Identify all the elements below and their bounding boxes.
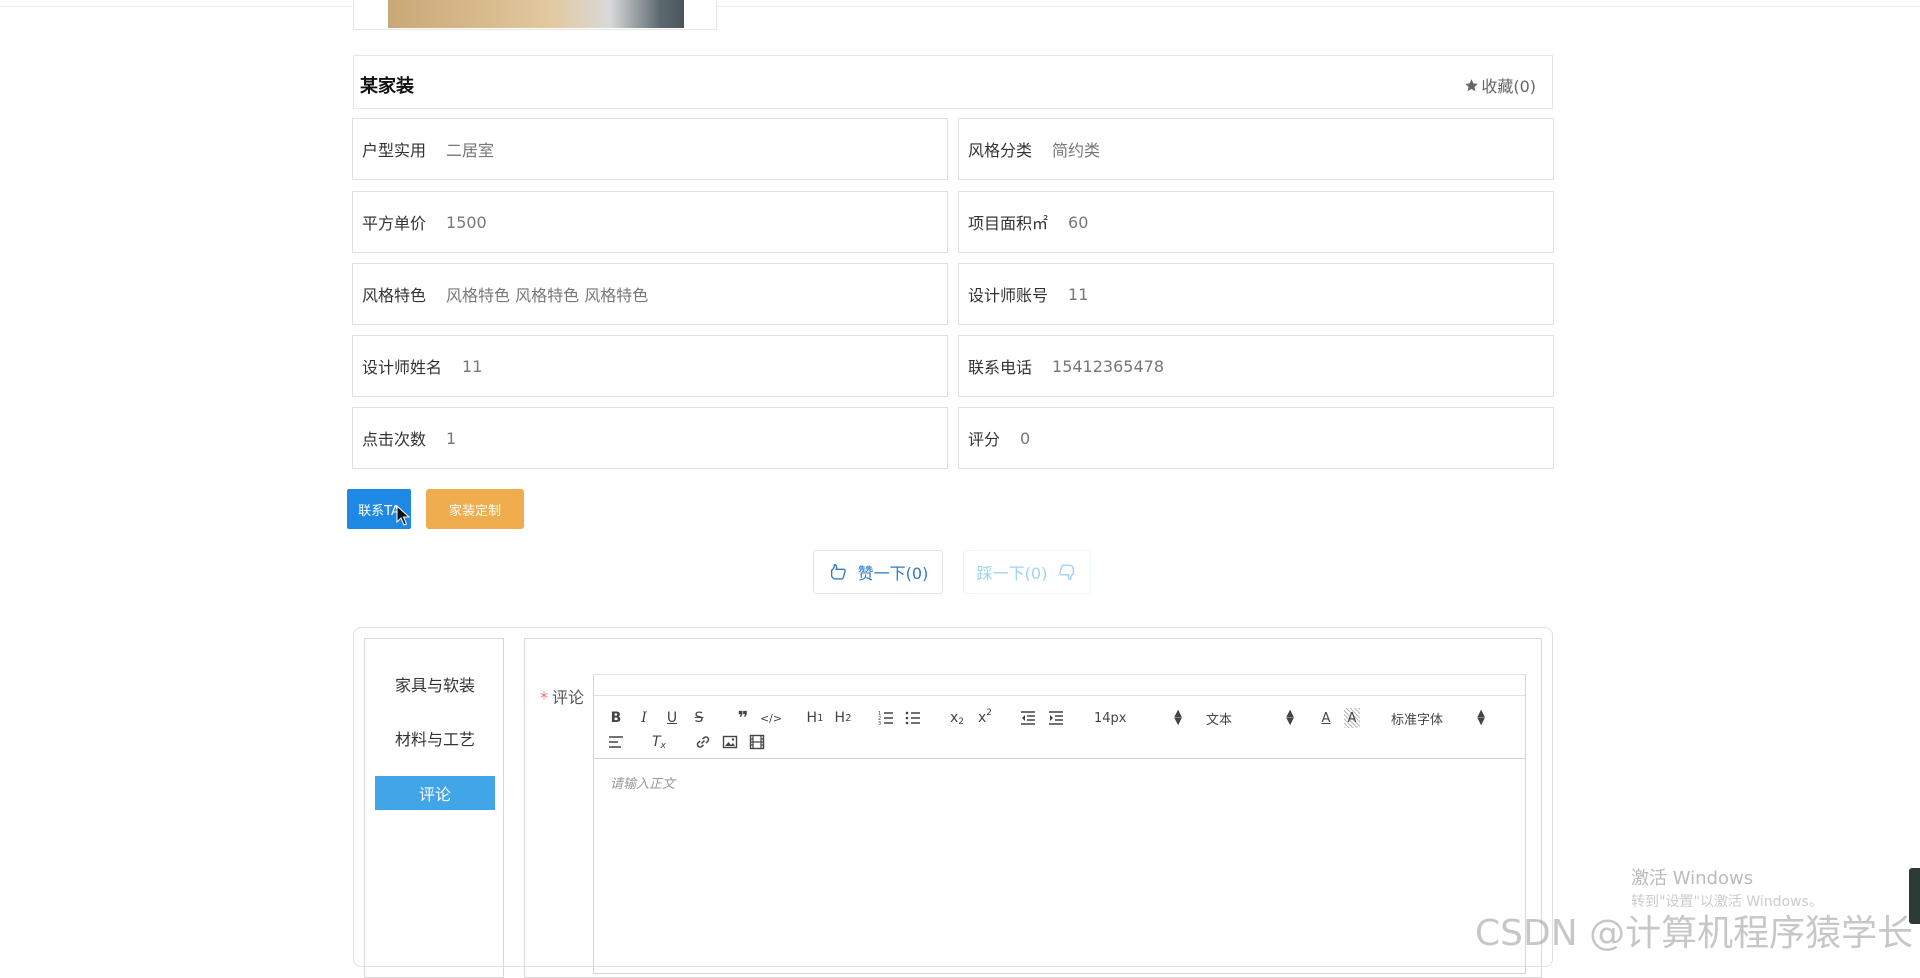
detail-label: 平方单价 (362, 214, 427, 233)
image-icon[interactable] (722, 732, 738, 752)
side-widget[interactable] (1909, 868, 1920, 924)
select-arrows-icon: ▲ ▼ (1286, 708, 1294, 727)
heading-select[interactable]: 文本 ▲ ▼ (1206, 708, 1294, 728)
csdn-watermark: CSDN @计算机程序猿学长 (1475, 913, 1914, 954)
bold-icon[interactable]: B (608, 708, 624, 728)
editor-placeholder[interactable]: 请输入正文 (610, 773, 675, 792)
font-family-value: 标准字体 (1391, 712, 1444, 728)
tab-comments[interactable]: 评论 (375, 776, 495, 810)
svg-text:3: 3 (878, 721, 881, 726)
star-icon (1465, 78, 1479, 91)
detail-label: 联系电话 (968, 358, 1033, 377)
detail-cell: 点击次数 1 (352, 407, 948, 469)
cover-image (388, 0, 684, 28)
subscript-icon[interactable]: x2 (948, 708, 966, 728)
detail-cell: 风格分类 简约类 (958, 118, 1554, 180)
superscript-icon[interactable]: x2 (976, 708, 994, 728)
favorite-label: 收藏(0) (1481, 77, 1536, 96)
detail-cell: 平方单价 1500 (352, 191, 948, 253)
ordered-list-icon[interactable]: 123 (878, 708, 894, 728)
comment-label-text: 评论 (552, 688, 585, 707)
detail-value: 11 (462, 356, 483, 376)
like-label: 赞一下(0) (857, 564, 929, 583)
align-icon[interactable] (608, 732, 624, 752)
detail-value: 11 (1068, 284, 1089, 304)
detail-label: 风格特色 (362, 286, 427, 305)
font-color-icon[interactable]: A (1318, 708, 1334, 728)
detail-cell: 联系电话 15412365478 (958, 335, 1554, 397)
bullet-list-icon[interactable] (905, 708, 921, 728)
thumbs-down-icon (1059, 564, 1075, 581)
link-icon[interactable] (695, 732, 711, 752)
background-color-icon[interactable]: A (1344, 708, 1360, 728)
outdent-icon[interactable] (1020, 708, 1036, 728)
underline-icon[interactable]: U (664, 708, 680, 728)
rich-text-editor: B I U S ❞ </> H1 H2 123 x2 x2 14px ▲ ▼ 文本… (593, 674, 1526, 974)
detail-value: 简约类 (1052, 141, 1101, 160)
top-divider (0, 6, 1920, 7)
thumbs-up-icon (830, 563, 846, 580)
font-family-select[interactable]: 标准字体 ▲ ▼ (1391, 708, 1485, 728)
detail-label: 评分 (968, 430, 1001, 449)
detail-cell: 设计师账号 11 (958, 263, 1554, 325)
detail-value: 风格特色 风格特色 风格特色 (446, 286, 649, 305)
strikethrough-icon[interactable]: S (691, 708, 707, 728)
detail-label: 设计师账号 (968, 286, 1049, 305)
heading2-icon[interactable]: H2 (833, 708, 853, 728)
detail-value: 0 (1020, 428, 1031, 448)
tab-materials[interactable]: 材料与工艺 (375, 721, 495, 755)
title-bar: 某家装 收藏(0) (353, 55, 1553, 109)
detail-value: 1 (446, 428, 457, 448)
font-size-select[interactable]: 14px ▲ ▼ (1094, 708, 1182, 728)
detail-cell: 风格特色 风格特色 风格特色 风格特色 (352, 263, 948, 325)
mouse-cursor-icon (396, 505, 410, 526)
detail-value: 1500 (446, 212, 487, 232)
tab-furniture[interactable]: 家具与软装 (375, 667, 495, 701)
select-arrows-icon: ▲ ▼ (1174, 708, 1182, 727)
detail-label: 项目面积㎡ (968, 214, 1049, 233)
tab-list: 家具与软装 材料与工艺 评论 (364, 638, 504, 978)
detail-value: 二居室 (446, 141, 495, 160)
required-mark: * (540, 688, 548, 707)
select-arrows-icon: ▲ ▼ (1477, 708, 1485, 727)
detail-cell: 项目面积㎡ 60 (958, 191, 1554, 253)
video-icon[interactable] (749, 732, 765, 752)
dislike-button[interactable]: 踩一下(0) (963, 550, 1091, 594)
code-block-icon[interactable]: </> (760, 708, 782, 728)
detail-cell: 设计师姓名 11 (352, 335, 948, 397)
indent-icon[interactable] (1048, 708, 1064, 728)
clear-format-icon[interactable]: Tx (650, 732, 668, 752)
detail-label: 设计师姓名 (362, 358, 443, 377)
heading-select-value: 文本 (1206, 712, 1233, 728)
cover-image-frame (353, 0, 717, 30)
favorite-button[interactable]: 收藏(0) (1464, 73, 1536, 97)
detail-value: 15412365478 (1052, 356, 1164, 376)
font-size-value: 14px (1094, 710, 1127, 726)
comment-label: * 评论 (540, 684, 584, 708)
blockquote-icon[interactable]: ❞ (735, 708, 751, 729)
detail-cell: 评分 0 (958, 407, 1554, 469)
detail-label: 风格分类 (968, 141, 1033, 160)
dislike-label: 踩一下(0) (976, 564, 1048, 583)
editor-toolbar: B I U S ❞ </> H1 H2 123 x2 x2 14px ▲ ▼ 文本… (594, 695, 1525, 759)
page-title: 某家装 (360, 76, 414, 97)
like-button[interactable]: 赞一下(0) (813, 550, 943, 594)
detail-label: 户型实用 (362, 141, 427, 160)
detail-label: 点击次数 (362, 430, 427, 449)
detail-value: 60 (1068, 212, 1089, 232)
italic-icon[interactable]: I (636, 708, 652, 728)
custom-decoration-button[interactable]: 家装定制 (426, 489, 524, 529)
windows-activation-title: 激活 Windows (1631, 868, 1754, 889)
heading1-icon[interactable]: H1 (805, 708, 825, 728)
detail-cell: 户型实用 二居室 (352, 118, 948, 180)
